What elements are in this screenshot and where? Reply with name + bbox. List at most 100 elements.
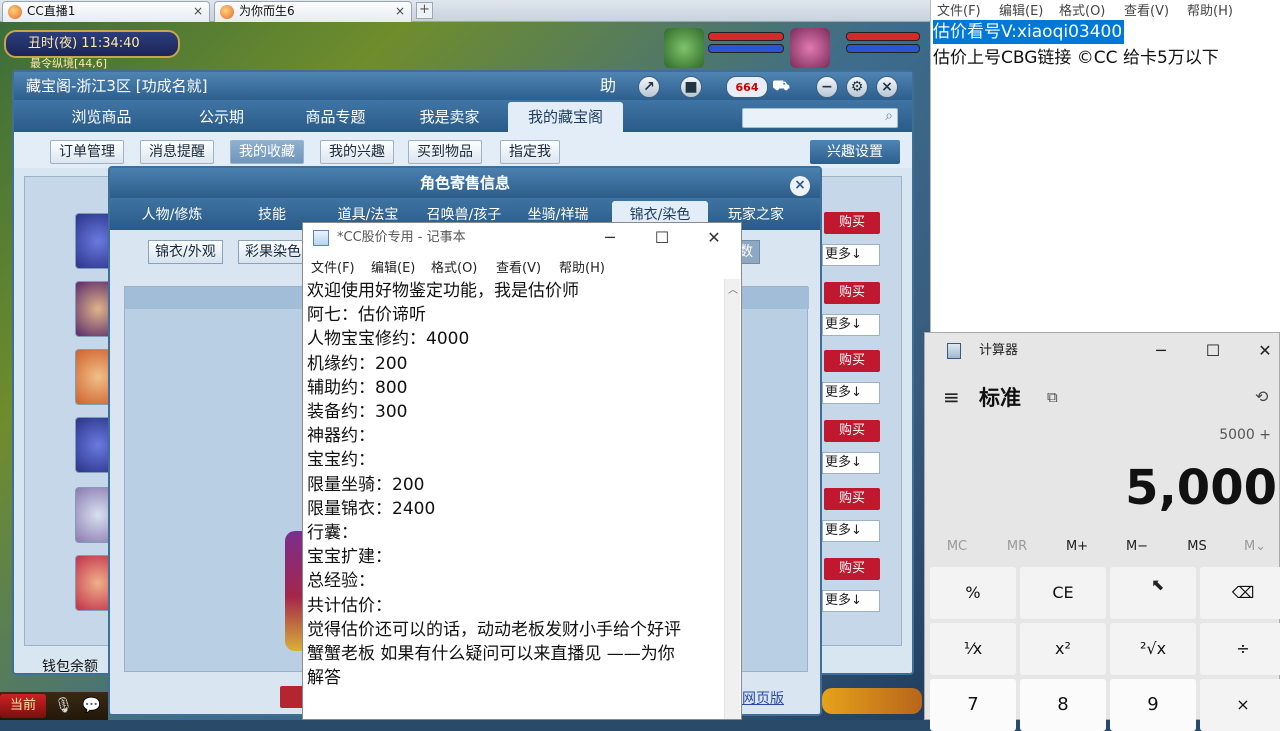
assigned-to-me-button[interactable]: 指定我: [500, 140, 560, 164]
stop-icon[interactable]: ■: [680, 76, 702, 98]
browser-tab-wei-ni-er-sheng[interactable]: 为你而生6 ×: [214, 1, 412, 22]
current-channel-button[interactable]: 当前: [0, 694, 46, 718]
tab-topics[interactable]: 商品专题: [278, 102, 393, 132]
interest-settings-button[interactable]: 兴趣设置: [810, 140, 900, 164]
memory-recall-button[interactable]: MR: [987, 539, 1047, 554]
mouse-cursor-icon: ⬉: [1151, 575, 1165, 594]
tab-public[interactable]: 公示期: [164, 102, 279, 132]
hamburger-menu-icon[interactable]: ≡: [943, 385, 967, 409]
clear-entry-button[interactable]: CE: [1020, 567, 1106, 619]
close-icon[interactable]: ×: [876, 76, 898, 98]
menu-format[interactable]: 格式(O): [1059, 0, 1105, 19]
menu-edit[interactable]: 编辑(E): [371, 257, 415, 276]
message-icon[interactable]: 664: [726, 76, 768, 98]
settings-icon[interactable]: ⚙: [846, 76, 868, 98]
chat-icon[interactable]: 💬: [82, 696, 102, 716]
maximize-icon[interactable]: ☐: [639, 223, 685, 253]
help-button[interactable]: 助: [594, 74, 622, 98]
microphone-icon[interactable]: 🎙: [54, 696, 73, 716]
menu-file[interactable]: 文件(F): [937, 0, 981, 19]
menu-edit[interactable]: 编辑(E): [999, 0, 1043, 19]
more-button[interactable]: 更多↓: [822, 382, 880, 404]
minimize-icon[interactable]: −: [816, 76, 838, 98]
tab-character[interactable]: 人物/修炼: [124, 201, 220, 230]
more-button[interactable]: 更多↓: [822, 314, 880, 336]
percent-button[interactable]: %: [930, 567, 1016, 619]
dye-button[interactable]: 彩果染色: [238, 240, 308, 264]
notepad-line: 装备约：300: [307, 402, 408, 423]
maximize-icon[interactable]: ☐: [1187, 333, 1239, 369]
share-icon[interactable]: ↗: [638, 76, 660, 98]
message-remind-button[interactable]: 消息提醒: [140, 140, 214, 164]
memory-subtract-button[interactable]: M−: [1107, 539, 1167, 554]
scroll-up-icon[interactable]: ︿: [725, 281, 741, 296]
buy-button[interactable]: 购买: [824, 558, 880, 580]
buy-button[interactable]: 购买: [824, 350, 880, 372]
order-manage-button[interactable]: 订单管理: [50, 140, 124, 164]
cc-favicon-icon: [8, 5, 22, 19]
notepad-scrollbar[interactable]: ︿: [724, 279, 740, 719]
menu-view[interactable]: 查看(V): [1124, 0, 1169, 19]
memory-clear-button[interactable]: MC: [927, 539, 987, 554]
square-button[interactable]: x²: [1020, 623, 1106, 675]
square-root-button[interactable]: ²√x: [1110, 623, 1196, 675]
backspace-button[interactable]: ⌫: [1200, 567, 1280, 619]
player-avatar[interactable]: [790, 28, 830, 68]
reciprocal-button[interactable]: ¹⁄x: [930, 623, 1016, 675]
menu-file[interactable]: 文件(F): [311, 257, 355, 276]
cart-icon[interactable]: ⛟: [770, 76, 792, 98]
calculator-title-bar: 计算器 ─ ☐ ✕: [925, 333, 1279, 369]
bought-items-button[interactable]: 买到物品: [408, 140, 482, 164]
digit-7-button[interactable]: 7: [930, 679, 1016, 731]
tab-browse[interactable]: 浏览商品: [44, 102, 159, 132]
text-line[interactable]: 估价上号CBG链接 ©CC 给卡5万以下: [933, 46, 1219, 70]
game-shortcut-icons[interactable]: [822, 688, 922, 714]
minimize-icon[interactable]: ─: [1135, 333, 1187, 369]
outfit-appearance-button[interactable]: 锦衣/外观: [148, 240, 223, 264]
calculator-window: 计算器 ─ ☐ ✕ ≡ 标准 ⧉ ⟲ 5000 + 5,000 MC MR M+…: [924, 332, 1280, 731]
close-tab-icon[interactable]: ×: [193, 2, 203, 21]
more-button[interactable]: 更多↓: [822, 520, 880, 542]
close-icon[interactable]: ✕: [691, 223, 737, 253]
menu-help[interactable]: 帮助(H): [559, 257, 605, 276]
buy-button[interactable]: 购买: [824, 420, 880, 442]
history-icon[interactable]: ⟲: [1255, 387, 1275, 407]
memory-store-button[interactable]: MS: [1167, 539, 1227, 554]
menu-view[interactable]: 查看(V): [496, 257, 541, 276]
pet-avatar[interactable]: [664, 28, 704, 68]
menu-format[interactable]: 格式(O): [431, 257, 477, 276]
web-version-link[interactable]: 网页版: [742, 688, 802, 707]
divide-button[interactable]: ÷: [1200, 623, 1280, 675]
wallet-balance-label: 钱包余额: [42, 659, 98, 675]
buy-button[interactable]: 购买: [824, 488, 880, 510]
notepad-line: 欢迎使用好物鉴定功能，我是估价师: [307, 281, 579, 301]
minimize-icon[interactable]: ─: [587, 223, 633, 253]
menu-help[interactable]: 帮助(H): [1187, 0, 1233, 19]
more-button[interactable]: 更多↓: [822, 590, 880, 612]
buy-button[interactable]: 购买: [824, 282, 880, 304]
selected-text-line[interactable]: 估价看号V:xiaoqi03400: [933, 20, 1125, 44]
browser-tab-cc-live-1[interactable]: CC直播1 ×: [2, 1, 210, 22]
multiply-button[interactable]: ×: [1200, 679, 1280, 731]
dialog-close-icon[interactable]: ×: [790, 176, 810, 196]
search-icon[interactable]: ⌕: [885, 108, 893, 124]
notepad-text-area[interactable]: 欢迎使用好物鉴定功能，我是估价师 阿七：估价谛听 人物宝宝修约：4000 机缘约：20…: [307, 279, 717, 719]
tab-seller[interactable]: 我是卖家: [392, 102, 507, 132]
new-tab-button[interactable]: +: [416, 2, 433, 19]
my-favorites-button[interactable]: 我的收藏: [230, 140, 304, 164]
digit-9-button[interactable]: 9: [1110, 679, 1196, 731]
search-input[interactable]: ⌕: [742, 108, 898, 128]
memory-list-button[interactable]: M⌄: [1225, 539, 1280, 554]
more-button[interactable]: 更多↓: [822, 244, 880, 266]
notepad-line: 神器约：: [307, 426, 375, 447]
more-button[interactable]: 更多↓: [822, 452, 880, 474]
digit-8-button[interactable]: 8: [1020, 679, 1106, 731]
notepad-icon: [313, 230, 329, 246]
my-interest-button[interactable]: 我的兴趣: [320, 140, 394, 164]
close-tab-icon[interactable]: ×: [395, 2, 405, 21]
memory-add-button[interactable]: M+: [1047, 539, 1107, 554]
close-icon[interactable]: ✕: [1239, 333, 1280, 369]
buy-button[interactable]: 购买: [824, 212, 880, 234]
tab-my-cbg[interactable]: 我的藏宝阁: [508, 102, 623, 132]
keep-on-top-icon[interactable]: ⧉: [1047, 387, 1067, 407]
